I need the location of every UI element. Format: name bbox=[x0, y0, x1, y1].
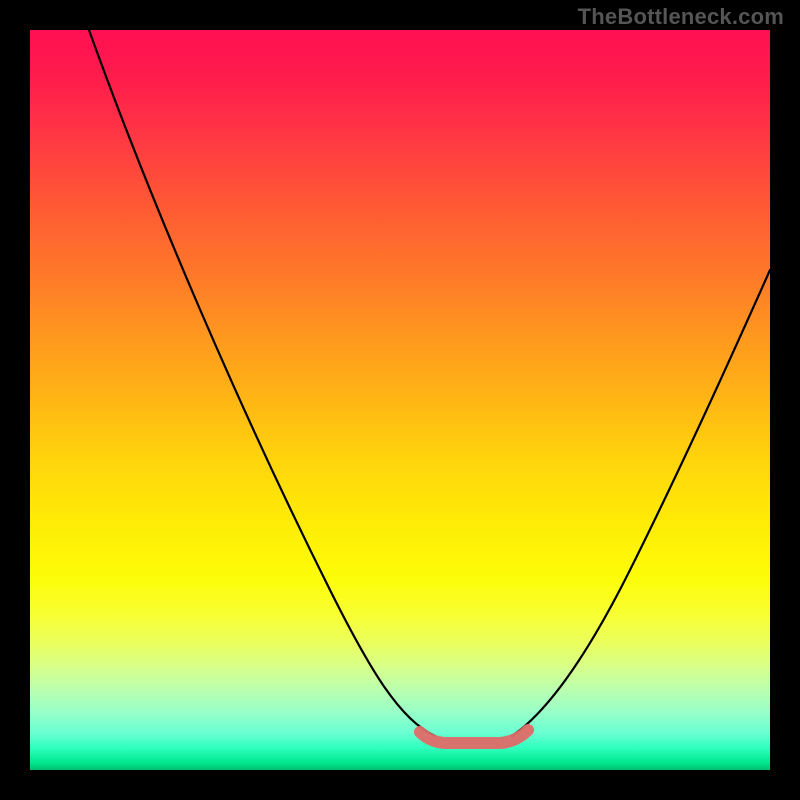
curve-right-path bbox=[512, 270, 770, 736]
watermark-text: TheBottleneck.com bbox=[578, 4, 784, 30]
curve-svg bbox=[30, 30, 770, 770]
bottom-highlight-path bbox=[420, 730, 528, 743]
chart-frame: TheBottleneck.com bbox=[0, 0, 800, 800]
plot-area bbox=[30, 30, 770, 770]
curve-left-path bbox=[89, 30, 435, 736]
